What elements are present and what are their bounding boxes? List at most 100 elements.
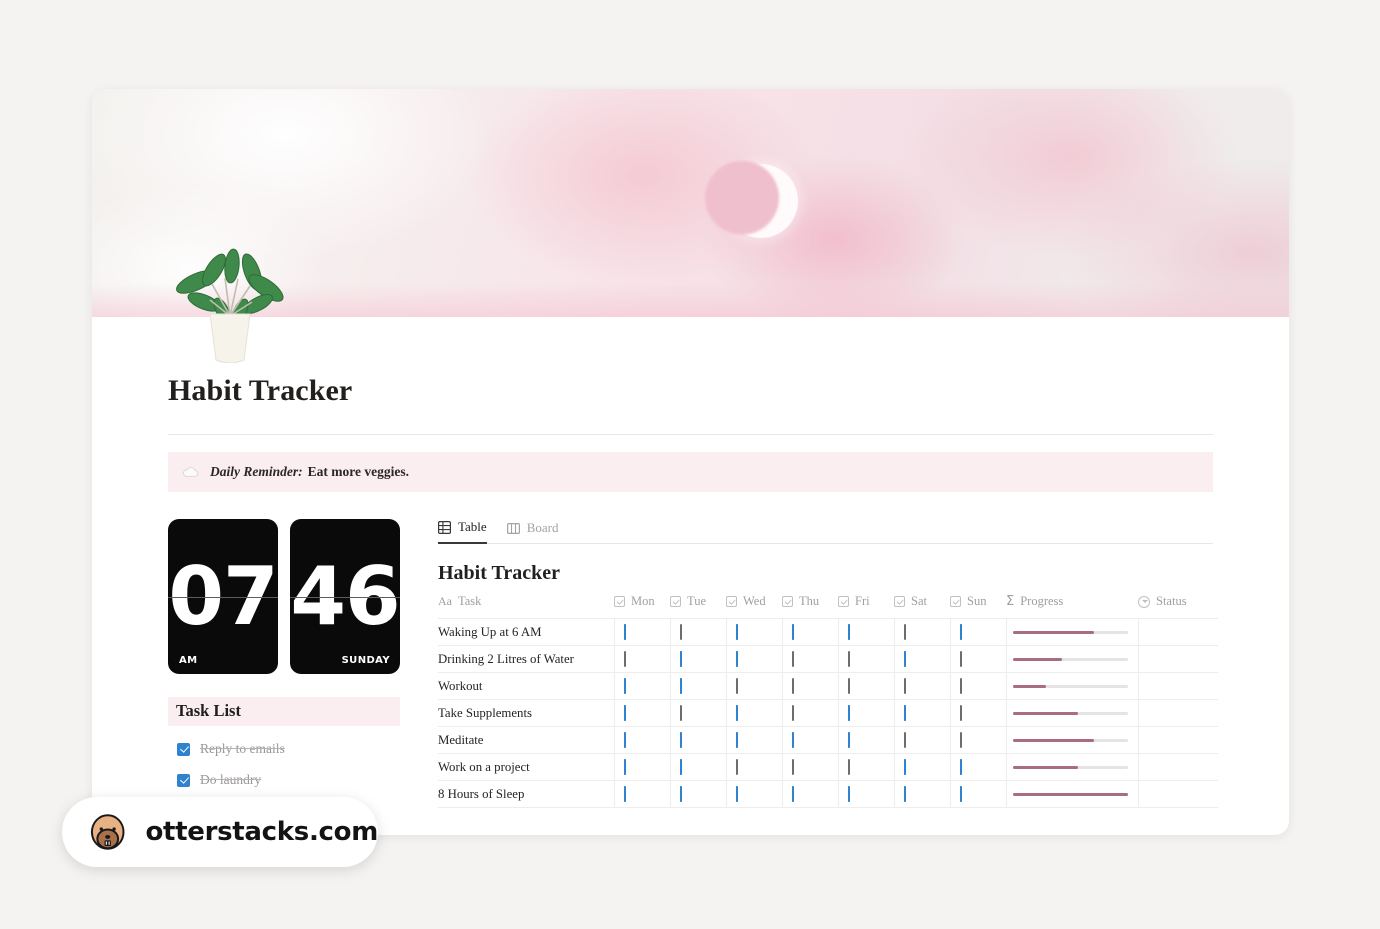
tab-table[interactable]: Table: [438, 519, 487, 544]
day-cell-wed[interactable]: [726, 672, 783, 700]
habit-checkbox[interactable]: [791, 650, 794, 667]
habit-checkbox[interactable]: [847, 758, 850, 775]
habit-checkbox[interactable]: [791, 785, 794, 802]
day-cell-thu[interactable]: [782, 726, 839, 754]
day-cell-thu[interactable]: [782, 645, 839, 673]
day-cell-fri[interactable]: [838, 726, 895, 754]
day-cell-thu[interactable]: [782, 780, 839, 808]
day-cell-wed[interactable]: [726, 780, 783, 808]
habit-checkbox[interactable]: [959, 650, 962, 667]
habit-checkbox[interactable]: [679, 785, 682, 802]
habit-checkbox[interactable]: [959, 623, 962, 640]
habit-checkbox[interactable]: [959, 704, 962, 721]
column-header-sun[interactable]: Sun: [950, 594, 1006, 619]
habit-checkbox[interactable]: [847, 677, 850, 694]
habit-checkbox[interactable]: [791, 704, 794, 721]
habit-checkbox[interactable]: [903, 650, 906, 667]
day-cell-sat[interactable]: [894, 780, 951, 808]
habit-checkbox[interactable]: [959, 758, 962, 775]
habit-checkbox[interactable]: [847, 731, 850, 748]
day-cell-tue[interactable]: [670, 780, 727, 808]
day-cell-mon[interactable]: [614, 753, 671, 781]
habit-checkbox[interactable]: [623, 758, 626, 775]
habit-checkbox[interactable]: [679, 677, 682, 694]
day-cell-sat[interactable]: [894, 753, 951, 781]
habit-checkbox[interactable]: [623, 731, 626, 748]
day-cell-tue[interactable]: [670, 618, 727, 646]
day-cell-sun[interactable]: [950, 645, 1007, 673]
habit-checkbox[interactable]: [959, 677, 962, 694]
habit-checkbox[interactable]: [735, 785, 738, 802]
task-checkbox[interactable]: [177, 773, 190, 787]
day-cell-wed[interactable]: [726, 753, 783, 781]
day-cell-mon[interactable]: [614, 699, 671, 727]
habit-checkbox[interactable]: [847, 623, 850, 640]
column-header-status[interactable]: Status: [1138, 594, 1218, 619]
day-cell-tue[interactable]: [670, 672, 727, 700]
day-cell-mon[interactable]: [614, 672, 671, 700]
day-cell-fri[interactable]: [838, 618, 895, 646]
habit-checkbox[interactable]: [847, 785, 850, 802]
habit-checkbox[interactable]: [959, 731, 962, 748]
day-cell-wed[interactable]: [726, 726, 783, 754]
day-cell-mon[interactable]: [614, 618, 671, 646]
habit-checkbox[interactable]: [679, 623, 682, 640]
habit-checkbox[interactable]: [679, 758, 682, 775]
habit-checkbox[interactable]: [679, 704, 682, 721]
habit-name-cell[interactable]: Take Supplements: [438, 699, 615, 727]
habit-checkbox[interactable]: [903, 623, 906, 640]
tab-board[interactable]: Board: [506, 520, 558, 543]
day-cell-fri[interactable]: [838, 672, 895, 700]
day-cell-sun[interactable]: [950, 618, 1007, 646]
day-cell-tue[interactable]: [670, 645, 727, 673]
habit-checkbox[interactable]: [903, 758, 906, 775]
day-cell-fri[interactable]: [838, 780, 895, 808]
day-cell-mon[interactable]: [614, 780, 671, 808]
day-cell-wed[interactable]: [726, 699, 783, 727]
day-cell-mon[interactable]: [614, 645, 671, 673]
habit-checkbox[interactable]: [903, 731, 906, 748]
habit-name-cell[interactable]: Workout: [438, 672, 615, 700]
day-cell-thu[interactable]: [782, 753, 839, 781]
column-header-wed[interactable]: Wed: [726, 594, 782, 619]
day-cell-mon[interactable]: [614, 726, 671, 754]
habit-checkbox[interactable]: [623, 704, 626, 721]
status-cell[interactable]: [1138, 645, 1218, 673]
day-cell-sun[interactable]: [950, 726, 1007, 754]
habit-checkbox[interactable]: [735, 758, 738, 775]
day-cell-sat[interactable]: [894, 699, 951, 727]
habit-checkbox[interactable]: [791, 731, 794, 748]
habit-checkbox[interactable]: [903, 704, 906, 721]
habit-name-cell[interactable]: Work on a project: [438, 753, 615, 781]
day-cell-thu[interactable]: [782, 699, 839, 727]
status-cell[interactable]: [1138, 618, 1218, 646]
status-cell[interactable]: [1138, 699, 1218, 727]
status-cell[interactable]: [1138, 753, 1218, 781]
habit-checkbox[interactable]: [903, 677, 906, 694]
column-header-task[interactable]: Aa Task: [438, 594, 614, 619]
habit-checkbox[interactable]: [903, 785, 906, 802]
day-cell-sun[interactable]: [950, 780, 1007, 808]
habit-name-cell[interactable]: Drinking 2 Litres of Water: [438, 645, 615, 673]
habit-checkbox[interactable]: [735, 650, 738, 667]
status-cell[interactable]: [1138, 672, 1218, 700]
habit-checkbox[interactable]: [847, 650, 850, 667]
habit-checkbox[interactable]: [679, 650, 682, 667]
habit-checkbox[interactable]: [959, 785, 962, 802]
day-cell-sat[interactable]: [894, 726, 951, 754]
day-cell-sun[interactable]: [950, 699, 1007, 727]
habit-checkbox[interactable]: [791, 677, 794, 694]
day-cell-sat[interactable]: [894, 645, 951, 673]
day-cell-fri[interactable]: [838, 645, 895, 673]
habit-name-cell[interactable]: Waking Up at 6 AM: [438, 618, 615, 646]
habit-checkbox[interactable]: [735, 677, 738, 694]
day-cell-wed[interactable]: [726, 645, 783, 673]
habit-name-cell[interactable]: Meditate: [438, 726, 615, 754]
habit-checkbox[interactable]: [623, 677, 626, 694]
day-cell-sat[interactable]: [894, 618, 951, 646]
day-cell-sat[interactable]: [894, 672, 951, 700]
column-header-progress[interactable]: Σ Progress: [1006, 594, 1138, 619]
habit-checkbox[interactable]: [791, 758, 794, 775]
column-header-fri[interactable]: Fri: [838, 594, 894, 619]
habit-checkbox[interactable]: [623, 623, 626, 640]
